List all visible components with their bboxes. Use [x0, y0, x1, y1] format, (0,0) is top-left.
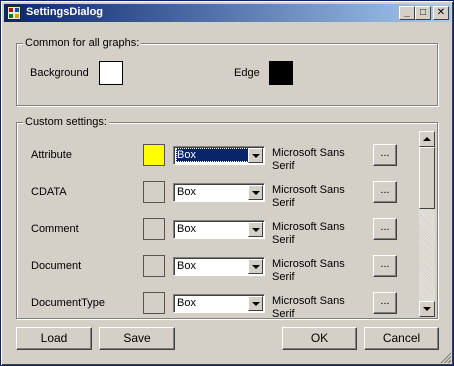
- font-name-label: Microsoft Sans Serif: [272, 184, 362, 210]
- font-name-line1: Microsoft Sans: [272, 184, 345, 196]
- setting-name-label: DocumentType: [31, 297, 105, 309]
- font-name-line2: Serif: [272, 308, 295, 320]
- color-swatch[interactable]: [143, 218, 165, 240]
- arrow-up-icon: [423, 137, 431, 141]
- font-name-label: Microsoft Sans Serif: [272, 147, 362, 173]
- vertical-scrollbar[interactable]: [419, 131, 435, 317]
- shape-select-value: Box: [177, 186, 196, 198]
- dropdown-button[interactable]: [248, 148, 263, 163]
- font-name-line2: Serif: [272, 197, 295, 209]
- shape-select[interactable]: Box: [173, 183, 265, 202]
- custom-settings-legend: Custom settings:: [23, 116, 109, 128]
- font-name-line1: Microsoft Sans: [272, 258, 345, 270]
- chevron-down-icon: [252, 154, 260, 158]
- setting-name-label: Attribute: [31, 149, 72, 161]
- scroll-up-button[interactable]: [419, 131, 435, 147]
- close-button[interactable]: ✕: [433, 6, 449, 20]
- shape-select[interactable]: Box: [173, 146, 265, 165]
- maximize-button[interactable]: □: [415, 6, 431, 20]
- font-name-label: Microsoft Sans Serif: [272, 295, 362, 321]
- dropdown-button[interactable]: [248, 222, 263, 237]
- font-name-line1: Microsoft Sans: [272, 221, 345, 233]
- setting-name-label: Document: [31, 260, 82, 272]
- dropdown-button[interactable]: [248, 296, 263, 311]
- font-picker-button[interactable]: ...: [373, 292, 397, 314]
- chevron-down-icon: [252, 228, 260, 232]
- font-name-line1: Microsoft Sans: [272, 295, 345, 307]
- font-name-line2: Serif: [272, 271, 295, 283]
- cancel-button[interactable]: Cancel: [364, 327, 439, 350]
- common-settings-legend: Common for all graphs:: [23, 37, 142, 49]
- load-button[interactable]: Load: [16, 327, 92, 350]
- shape-select[interactable]: Box: [173, 294, 265, 313]
- shape-select[interactable]: Box: [173, 257, 265, 276]
- font-picker-button[interactable]: ...: [373, 144, 397, 166]
- chevron-down-icon: [252, 191, 260, 195]
- arrow-down-icon: [423, 307, 431, 311]
- scroll-thumb[interactable]: [419, 147, 435, 209]
- shape-select-value: Box: [176, 148, 249, 162]
- setting-name-label: CDATA: [31, 186, 67, 198]
- dropdown-button[interactable]: [248, 259, 263, 274]
- font-name-label: Microsoft Sans Serif: [272, 221, 362, 247]
- dropdown-button[interactable]: [248, 185, 263, 200]
- ok-button[interactable]: OK: [282, 327, 357, 350]
- app-icon: [7, 6, 21, 20]
- shape-select-value: Box: [177, 260, 196, 272]
- chevron-down-icon: [252, 265, 260, 269]
- setting-name-label: Comment: [31, 223, 79, 235]
- font-picker-button[interactable]: ...: [373, 181, 397, 203]
- font-name-label: Microsoft Sans Serif: [272, 258, 362, 284]
- background-color-swatch[interactable]: [99, 61, 123, 85]
- resize-grip-icon[interactable]: [439, 351, 451, 363]
- chevron-down-icon: [252, 302, 260, 306]
- shape-select[interactable]: Box: [173, 220, 265, 239]
- font-picker-button[interactable]: ...: [373, 218, 397, 240]
- shape-select-value: Box: [177, 223, 196, 235]
- font-name-line1: Microsoft Sans: [272, 147, 345, 159]
- font-name-line2: Serif: [272, 160, 295, 172]
- edge-color-swatch[interactable]: [269, 61, 293, 85]
- scroll-down-button[interactable]: [419, 301, 435, 317]
- background-label: Background: [30, 67, 89, 79]
- color-swatch[interactable]: [143, 255, 165, 277]
- edge-label: Edge: [234, 67, 260, 79]
- font-picker-button[interactable]: ...: [373, 255, 397, 277]
- color-swatch[interactable]: [143, 292, 165, 314]
- font-name-line2: Serif: [272, 234, 295, 246]
- title-bar[interactable]: SettingsDialog _ □ ✕: [4, 4, 451, 22]
- color-swatch[interactable]: [143, 144, 165, 166]
- shape-select-value: Box: [177, 297, 196, 309]
- settings-dialog-window: SettingsDialog _ □ ✕ Common for all grap…: [0, 0, 454, 366]
- window-title: SettingsDialog: [26, 6, 104, 18]
- color-swatch[interactable]: [143, 181, 165, 203]
- save-button[interactable]: Save: [99, 327, 175, 350]
- minimize-button[interactable]: _: [399, 6, 415, 20]
